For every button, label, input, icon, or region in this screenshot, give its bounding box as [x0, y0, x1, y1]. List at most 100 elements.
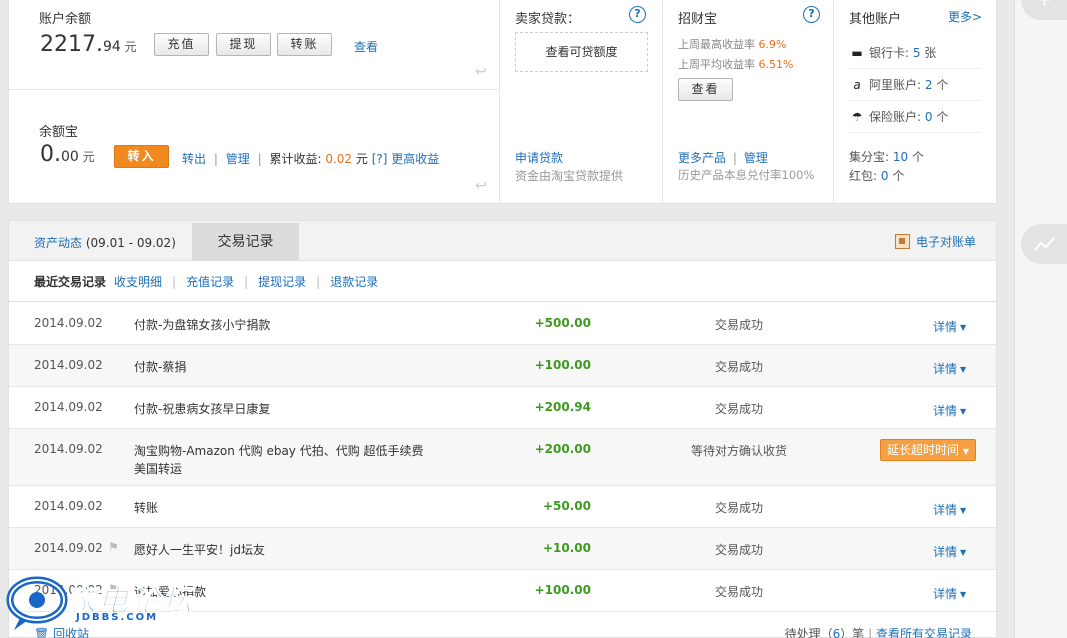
yuebao-section: 余额宝 0.00 元 转入 转出 | 管理 | 累计收益: 0.02 元 [?]…	[9, 90, 500, 204]
tab-transactions[interactable]: 交易记录	[192, 223, 299, 261]
view-all-transactions-link[interactable]: 查看所有交易记录	[876, 627, 972, 638]
hongbao-line: 红包: 0 个	[849, 169, 905, 183]
refresh-icon[interactable]: ↩	[475, 178, 487, 194]
watermark-site: JDBBS.COM	[76, 612, 159, 623]
row-amount: +200.00	[534, 442, 591, 456]
check-quota-button[interactable]: 查看可贷额度	[515, 32, 648, 72]
tab-bar: 资产动态 (09.01 - 09.02) 交易记录 电子对账单	[9, 221, 996, 261]
row-status: 交易成功	[714, 543, 763, 557]
subnav-recent[interactable]: 最近交易记录	[34, 275, 106, 289]
row-detail-link[interactable]: 详情 ▼	[933, 543, 966, 560]
row-description: 淘宝购物-Amazon 代购 ebay 代拍、代购 超低手续费 美国转运	[134, 444, 424, 476]
ali-count[interactable]: 2	[925, 78, 933, 92]
view-zhaocaibao-button[interactable]: 查看	[678, 78, 733, 101]
help-icon[interactable]: ?	[803, 6, 820, 23]
subnav-income-expense[interactable]: 收支明细	[114, 275, 162, 289]
ali-icon: a	[853, 78, 861, 92]
transfer-in-button[interactable]: 转入	[114, 145, 169, 168]
row-amount: +200.94	[534, 400, 591, 414]
row-detail-link[interactable]: 详情 ▼	[933, 360, 966, 377]
row-date: 2014.09.02	[34, 316, 103, 330]
row-description: 付款-祝患病女孩早日康复	[134, 402, 271, 416]
withdraw-button[interactable]: 提现	[216, 33, 271, 56]
cumulative-unit: 元	[355, 152, 368, 166]
subnav-recharge[interactable]: 充值记录	[186, 275, 234, 289]
row-status: 交易成功	[714, 360, 763, 374]
add-icon[interactable]: +	[1021, 0, 1067, 20]
account-panel: 账户余额 2217.94 元 充值 提现 转账 查看 ↩ 余额宝 0.00 元 …	[8, 0, 997, 204]
caret-down-icon: ▼	[962, 447, 969, 456]
max-rate-line: 上周最高收益率 6.9%	[678, 38, 787, 51]
manage-link[interactable]: 管理	[744, 151, 768, 165]
row-detail-link[interactable]: 详情 ▼	[933, 585, 966, 602]
trend-icon	[1033, 237, 1055, 251]
row-date: 2014.09.02	[34, 358, 103, 372]
avg-rate-line: 上周平均收益率 6.51%	[678, 58, 794, 71]
hongbao-count[interactable]: 0	[881, 169, 889, 183]
jifenbao-count[interactable]: 10	[893, 150, 908, 164]
help-link[interactable]: [?]	[372, 152, 388, 166]
row-date: 2014.09.02	[34, 541, 103, 555]
row-detail-link[interactable]: 详情 ▼	[933, 501, 966, 518]
pending-summary: 待处理（6）笔 | 查看所有交易记录	[785, 625, 972, 638]
transfer-button[interactable]: 转账	[277, 33, 332, 56]
yuebao-actions: 转出 | 管理 | 累计收益: 0.02 元 [?] 更高收益	[182, 150, 439, 167]
caret-down-icon: ▼	[960, 323, 967, 332]
forum-logo-icon	[6, 576, 68, 630]
more-products-link[interactable]: 更多产品	[678, 151, 726, 165]
help-icon[interactable]: ?	[629, 6, 646, 23]
row-amount: +100.00	[534, 583, 591, 597]
jifenbao-line: 集分宝: 10 个	[849, 150, 924, 164]
bank-card-row: ▬ 银行卡: 5 张	[849, 37, 981, 69]
zhaocaibao-links: 更多产品 | 管理	[678, 149, 768, 166]
separator: |	[868, 627, 873, 638]
refresh-icon[interactable]: ↩	[475, 64, 487, 80]
row-status: 交易成功	[714, 585, 763, 599]
transaction-subnav: 最近交易记录 收支明细 | 充值记录 | 提现记录 | 退款记录	[9, 262, 996, 302]
separator: |	[244, 275, 249, 289]
recharge-button[interactable]: 充值	[154, 33, 209, 56]
row-status: 交易成功	[714, 501, 763, 515]
row-amount: +500.00	[534, 316, 591, 330]
forum-watermark: 家电论坛 JDBBS.COM	[6, 574, 206, 634]
row-date: 2014.09.02	[34, 442, 103, 456]
caret-down-icon: ▼	[960, 407, 967, 416]
row-detail-link[interactable]: 详情 ▼	[933, 402, 966, 419]
apply-loan-link[interactable]: 申请贷款	[515, 149, 563, 166]
caret-down-icon: ▼	[960, 590, 967, 599]
ebill-link[interactable]: 电子对账单	[894, 233, 976, 250]
subnav-refund[interactable]: 退款记录	[330, 275, 378, 289]
flag-icon[interactable]: ⚑	[108, 540, 119, 554]
more-income-link[interactable]: 更高收益	[391, 152, 439, 166]
separator: |	[316, 275, 321, 289]
table-row: 2014.09.02 付款-蔡捐 +100.00 交易成功 详情 ▼	[9, 345, 996, 387]
row-description: 转账	[134, 501, 159, 515]
table-row: 2014.09.02 付款-祝患病女孩早日康复 +200.94 交易成功 详情 ▼	[9, 387, 996, 429]
balance-section: 账户余额 2217.94 元 充值 提现 转账 查看 ↩	[9, 0, 500, 90]
balance-amount: 2217.94 元	[40, 32, 137, 57]
zhaocaibao-column: 招财宝 ? 上周最高收益率 6.9% 上周平均收益率 6.51% 查看 更多产品…	[663, 0, 834, 204]
caret-down-icon: ▼	[960, 506, 967, 515]
side-toolbar: +	[1014, 0, 1067, 638]
zhaocaibao-title: 招财宝	[678, 12, 718, 27]
row-detail-link[interactable]: 详情 ▼	[933, 318, 966, 335]
chart-icon[interactable]	[1021, 224, 1067, 264]
row-amount: +10.00	[542, 541, 591, 555]
transfer-out-link[interactable]: 转出	[182, 152, 206, 166]
row-amount: +50.00	[542, 499, 591, 513]
row-status: 等待对方确认收货	[690, 444, 787, 458]
separator: |	[732, 151, 737, 165]
balance-title: 账户余额	[39, 12, 92, 27]
ali-account-row: a 阿里账户: 2 个	[849, 69, 981, 101]
tab-asset-activity[interactable]: 资产动态 (09.01 - 09.02)	[34, 234, 176, 251]
subnav-withdraw[interactable]: 提现记录	[258, 275, 306, 289]
manage-link[interactable]: 管理	[226, 152, 250, 166]
view-balance-link[interactable]: 查看	[354, 38, 378, 55]
yuebao-amount: 0.00 元	[40, 142, 95, 167]
table-row: 2014.09.02 淘宝购物-Amazon 代购 ebay 代拍、代购 超低手…	[9, 429, 996, 486]
more-link[interactable]: 更多>	[948, 8, 982, 25]
insurance-count[interactable]: 0	[925, 110, 933, 124]
row-description: 愿好人一生平安！jd坛友	[134, 543, 265, 557]
bank-card-count[interactable]: 5	[913, 46, 921, 60]
extend-timeout-button[interactable]: 延长超时时间 ▼	[880, 439, 976, 461]
